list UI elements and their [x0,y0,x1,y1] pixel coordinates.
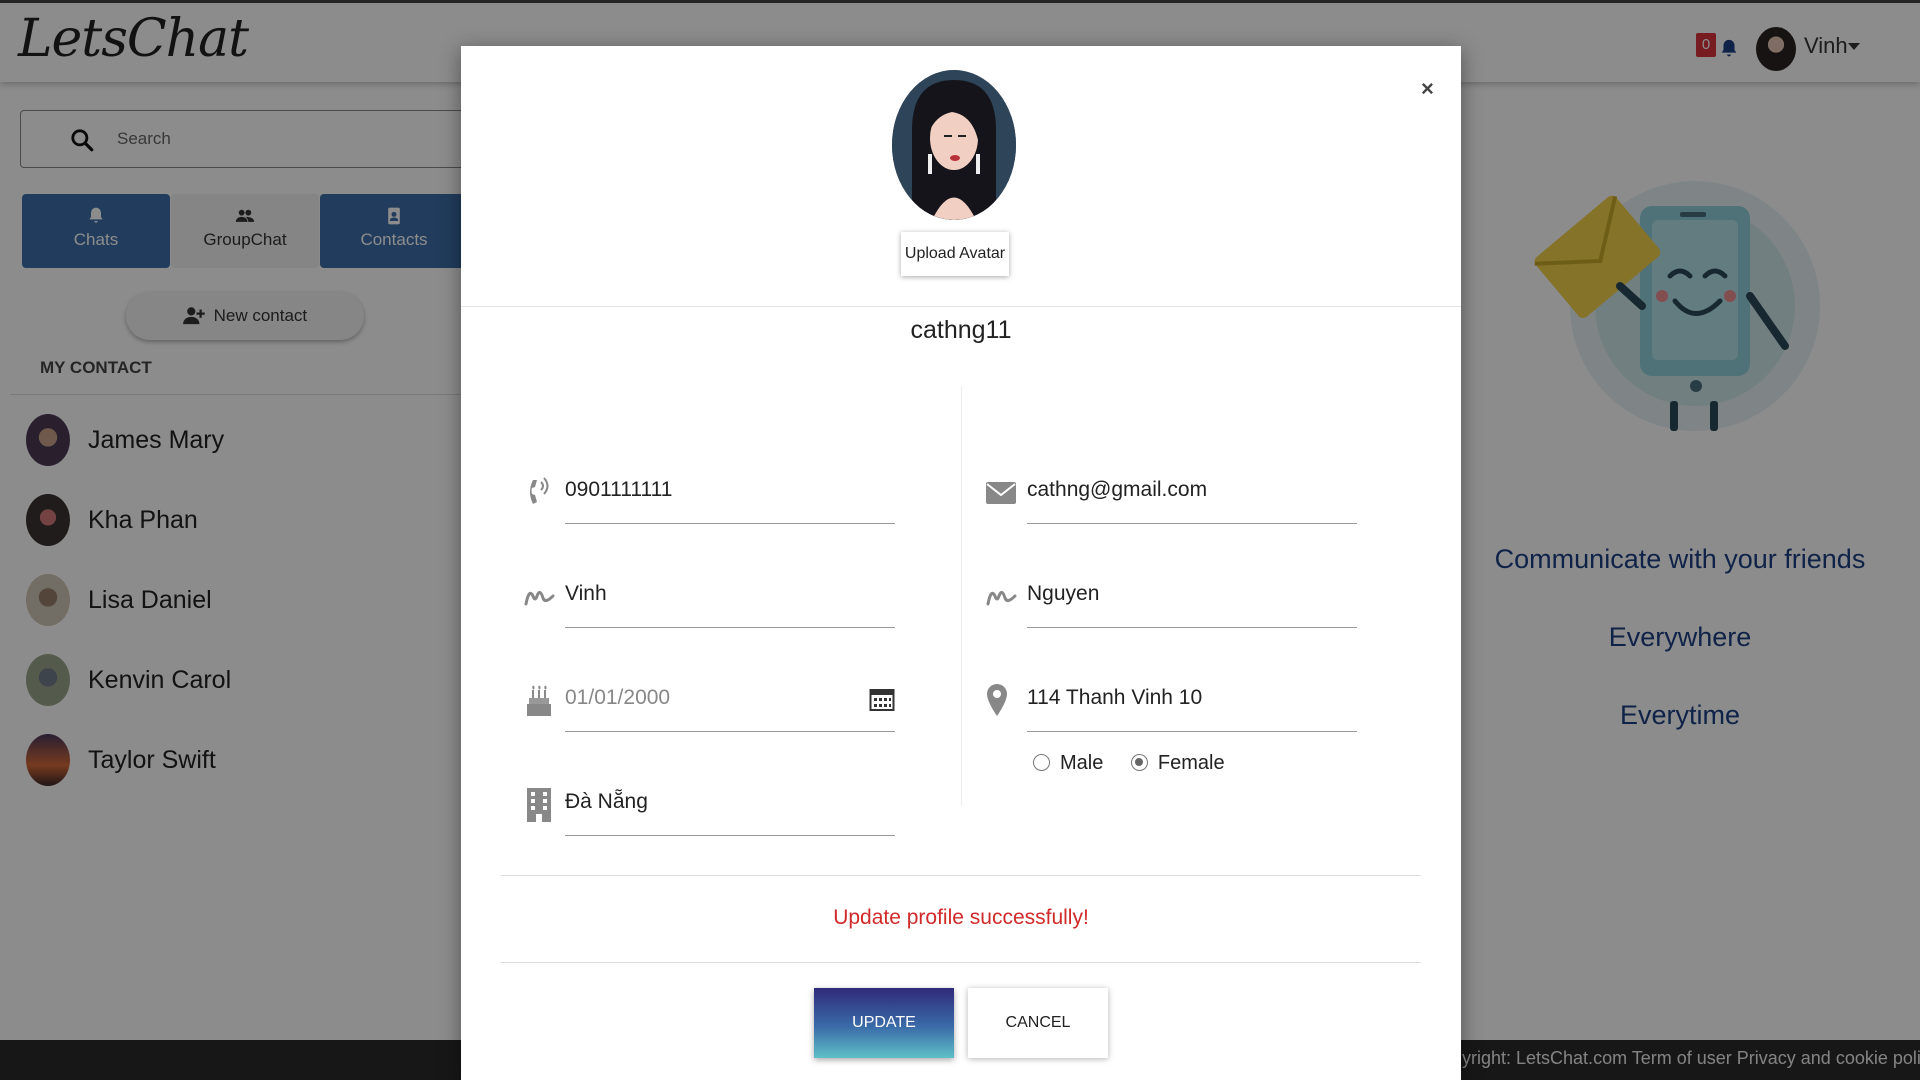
field-underline [565,731,895,732]
last-name-field[interactable]: Nguyen [985,568,1357,628]
male-radio[interactable] [1033,754,1050,771]
signature-icon [986,591,1017,606]
female-radio[interactable] [1130,754,1148,771]
first-name-field[interactable]: Vinh [523,568,895,628]
map-marker-icon [987,684,1007,716]
field-underline [1027,523,1357,524]
update-button[interactable]: UPDATE [814,988,954,1058]
signature-icon [524,591,555,606]
edit-profile-modal: × Upload Avatar cathng11 0901111111 cath… [461,46,1461,1080]
column-divider [961,386,962,806]
birthday-field[interactable]: 01/01/2000 [523,672,895,732]
male-label: Male [1060,752,1104,774]
calendar-icon[interactable] [869,686,895,712]
profile-avatar [892,70,1016,220]
email-field[interactable]: cathng@gmail.com [985,464,1357,524]
phone-field[interactable]: 0901111111 [523,464,895,524]
field-underline [565,835,895,836]
gender-option-female[interactable]: Female [1130,752,1225,775]
field-underline [565,523,895,524]
female-label: Female [1157,752,1225,774]
address-value: 114 Thanh Vinh 10 [1027,686,1203,709]
divider [501,875,1421,876]
city-field[interactable]: Đà Nẵng [523,776,895,836]
profile-username: cathng11 [910,316,1012,344]
cancel-button[interactable]: CANCEL [968,988,1108,1058]
last-name-value: Nguyen [1027,582,1100,605]
field-underline [1027,731,1357,732]
address-field[interactable]: 114 Thanh Vinh 10 [985,672,1357,732]
gender-radio-group: Male Female [1033,752,1247,775]
divider [461,306,1461,307]
envelope-icon [986,482,1016,504]
status-message: Update profile successfully! [833,906,1089,929]
birthday-value: 01/01/2000 [565,686,671,709]
gender-option-male[interactable]: Male [1033,752,1103,775]
first-name-value: Vinh [565,582,607,605]
field-underline [565,627,895,628]
upload-avatar-button[interactable]: Upload Avatar [901,232,1009,276]
phone-value: 0901111111 [565,478,673,501]
divider [501,962,1421,963]
close-button[interactable]: × [1421,76,1434,102]
city-value: Đà Nẵng [565,790,648,813]
email-value: cathng@gmail.com [1027,478,1208,501]
building-icon [527,788,551,822]
phone-icon [530,477,549,504]
avatar-illustration [892,70,1016,220]
birthday-cake-icon [527,685,551,716]
field-underline [1027,627,1357,628]
